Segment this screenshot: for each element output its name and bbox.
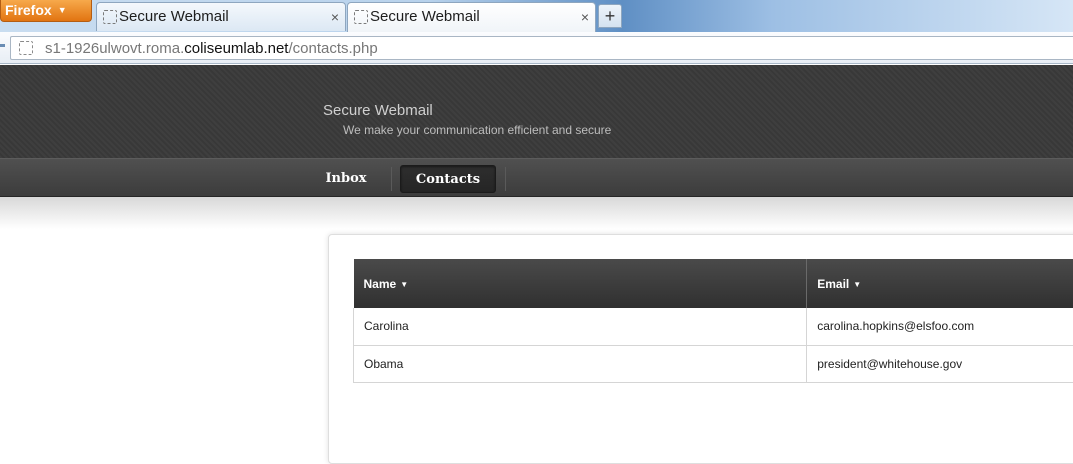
- tab-title: Secure Webmail: [119, 8, 229, 25]
- page-icon: [103, 10, 117, 24]
- address-text[interactable]: s1-1926ulwovt.roma.coliseumlab.net/conta…: [45, 40, 378, 58]
- firefox-menu-label: Firefox: [5, 2, 52, 18]
- new-tab-button[interactable]: +: [598, 4, 622, 28]
- sort-caret-icon: ▼: [400, 280, 408, 289]
- address-bar[interactable]: s1-1926ulwovt.roma.coliseumlab.net/conta…: [10, 36, 1073, 60]
- site-navigation: Inbox Contacts: [0, 158, 1073, 197]
- url-prefix: s1-1926ulwovt.roma.: [45, 40, 184, 57]
- column-label: Email: [817, 277, 849, 291]
- site-header: Secure Webmail We make your communicatio…: [0, 65, 1073, 158]
- nav-divider: [505, 167, 506, 191]
- sort-caret-icon: ▼: [853, 280, 861, 289]
- nav-inbox-link[interactable]: Inbox: [315, 165, 377, 193]
- page-icon: [354, 10, 368, 24]
- table-header-row: Name▼ Email▼: [354, 259, 1073, 308]
- email-column-header[interactable]: Email ▼: [807, 259, 1073, 308]
- site-title: Secure Webmail: [323, 102, 433, 119]
- browser-tab-strip: Firefox ▼ Secure Webmail × Secure Webmail…: [0, 0, 1073, 32]
- column-label: Name: [364, 277, 397, 291]
- close-tab-icon[interactable]: ×: [581, 9, 589, 25]
- url-path: /contacts.php: [288, 40, 377, 57]
- table-row: Obama president@whitehouse.gov: [354, 345, 1073, 382]
- contacts-table: Name▼ Email▼ Carolina carolina.hopkins@e…: [353, 259, 1073, 383]
- page-icon: [19, 41, 33, 55]
- name-column-header[interactable]: Name▼: [354, 259, 807, 308]
- contact-email-cell: carolina.hopkins@elsfoo.com: [807, 308, 1073, 345]
- tab-title: Secure Webmail: [370, 8, 480, 25]
- site-tagline: We make your communication efficient and…: [343, 123, 611, 137]
- nav-divider: [391, 167, 392, 191]
- nav-contacts-link[interactable]: Contacts: [400, 165, 496, 193]
- contact-name-cell: Carolina: [354, 308, 807, 345]
- browser-tab-1[interactable]: Secure Webmail ×: [96, 2, 346, 31]
- browser-navigation-bar: s1-1926ulwovt.roma.coliseumlab.net/conta…: [0, 32, 1073, 64]
- url-domain: coliseumlab.net: [184, 40, 288, 57]
- browser-tab-2[interactable]: Secure Webmail ×: [347, 2, 596, 33]
- firefox-menu-button[interactable]: Firefox ▼: [0, 0, 92, 22]
- table-row: Carolina carolina.hopkins@elsfoo.com: [354, 308, 1073, 345]
- nav-shadow: [0, 197, 1073, 229]
- dropdown-arrow-icon: ▼: [58, 5, 67, 15]
- back-button[interactable]: [0, 44, 5, 47]
- contact-email-cell: president@whitehouse.gov: [807, 345, 1073, 382]
- contact-name-cell: Obama: [354, 345, 807, 382]
- close-tab-icon[interactable]: ×: [331, 9, 339, 25]
